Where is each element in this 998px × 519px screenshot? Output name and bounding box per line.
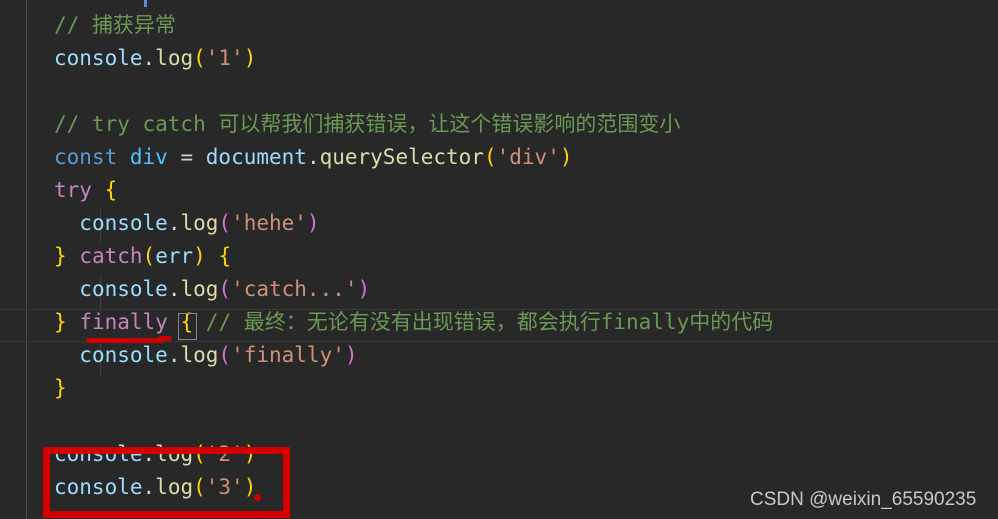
line-finally-close[interactable]: } <box>0 372 998 405</box>
line-blank-2[interactable] <box>0 405 998 438</box>
code-token: 'hehe' <box>231 211 307 235</box>
code-token: 'finally' <box>231 343 345 367</box>
code-token: err <box>155 244 194 268</box>
code-token: { <box>180 310 194 334</box>
code-token: } <box>54 376 67 400</box>
line-console-log-1[interactable]: console.log('1') <box>0 42 998 75</box>
code-token: 'div' <box>496 145 560 169</box>
code-token: log <box>180 343 219 367</box>
code-token: '3' <box>205 475 244 499</box>
line-finally-open[interactable]: } finally { // 最终：无论有没有出现错误，都会执行finally中… <box>0 306 998 339</box>
code-token: console <box>79 343 168 367</box>
line-comment-catch-exception[interactable]: // 捕获异常 <box>0 9 998 42</box>
code-token: . <box>306 145 320 169</box>
code-token: ) <box>193 244 206 268</box>
code-token: querySelector <box>319 145 484 169</box>
code-token: div <box>129 145 168 169</box>
code-token: } <box>54 310 67 334</box>
annotation-underline-finally-tail <box>158 336 172 341</box>
line-blank-1[interactable] <box>0 75 998 108</box>
code-token: . <box>142 475 156 499</box>
line-const-div[interactable]: const div = document.querySelector('div'… <box>0 141 998 174</box>
code-token: try <box>54 178 92 202</box>
code-token: const <box>54 145 118 169</box>
code-token: ( <box>193 442 206 466</box>
code-token: . <box>167 343 181 367</box>
code-token: console <box>54 475 143 499</box>
code-token: ) <box>243 442 257 466</box>
line-console-log-finally[interactable]: console.log('finally') <box>0 339 998 372</box>
code-token: . <box>167 211 181 235</box>
code-token: console <box>79 211 168 235</box>
line-console-log-catch[interactable]: console.log('catch...') <box>0 273 998 306</box>
code-token: // try catch 可以帮我们捕获错误，让这个错误影响的范围变小 <box>54 112 681 136</box>
code-token: // 最终：无论有没有出现错误，都会执行finally中的代码 <box>205 310 774 334</box>
watermark-text: CSDN @weixin_65590235 <box>750 489 977 510</box>
code-token: log <box>155 442 194 466</box>
code-token: document <box>205 145 307 169</box>
code-token: finally <box>79 310 168 334</box>
code-token: ) <box>559 145 573 169</box>
code-token: ) <box>357 277 371 301</box>
code-token: ( <box>193 46 206 70</box>
code-token: . <box>142 46 156 70</box>
code-token: . <box>142 442 156 466</box>
annotation-dot <box>254 494 261 501</box>
code-token: console <box>79 277 168 301</box>
code-editor-screenshot: // 捕获异常 console.log('1')// try catch 可以帮我… <box>0 0 998 519</box>
code-token: ) <box>344 343 358 367</box>
text-cursor <box>144 0 147 7</box>
code-token: '2' <box>205 442 244 466</box>
code-token: ( <box>193 475 206 499</box>
code-token: // 捕获异常 <box>54 13 176 37</box>
code-token: console <box>54 46 143 70</box>
code-token: ( <box>218 211 232 235</box>
code-token: ) <box>243 46 257 70</box>
code-token: = <box>180 145 194 169</box>
line-try-open[interactable]: try { <box>0 174 998 207</box>
code-token: } <box>54 244 67 268</box>
code-token: ( <box>483 145 497 169</box>
code-token: log <box>155 46 194 70</box>
code-token: catch <box>79 244 143 268</box>
annotation-underline-finally <box>86 338 164 343</box>
code-token: ( <box>142 244 156 268</box>
code-token: '1' <box>205 46 244 70</box>
line-console-log-hehe[interactable]: console.log('hehe') <box>0 207 998 240</box>
line-catch-err[interactable]: } catch(err) { <box>0 240 998 273</box>
line-comment-try-catch[interactable]: // try catch 可以帮我们捕获错误，让这个错误影响的范围变小 <box>0 108 998 141</box>
line-console-log-2[interactable]: console.log('2') <box>0 438 998 471</box>
code-token: 'catch...' <box>231 277 358 301</box>
code-token: ( <box>218 343 232 367</box>
code-token: log <box>180 277 219 301</box>
code-token: ( <box>218 277 232 301</box>
code-token: log <box>155 475 194 499</box>
code-token: { <box>218 244 232 268</box>
code-token: ) <box>306 211 320 235</box>
code-token: { <box>104 178 118 202</box>
code-token: console <box>54 442 143 466</box>
code-token: . <box>167 277 181 301</box>
code-token: log <box>180 211 219 235</box>
